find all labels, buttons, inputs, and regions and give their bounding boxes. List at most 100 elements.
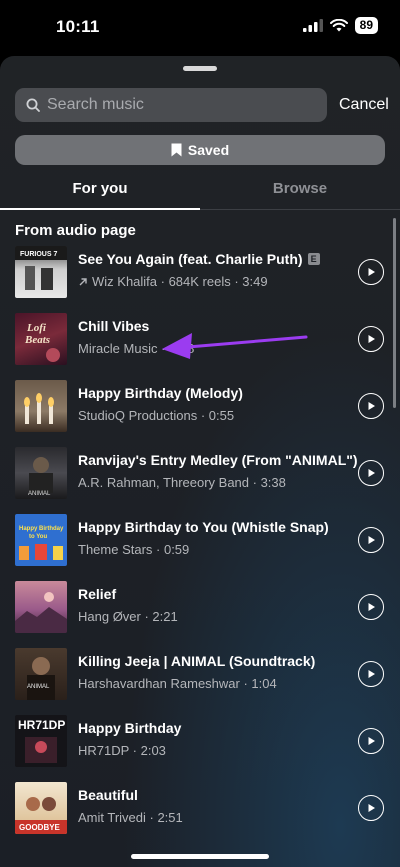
album-art: GOODBYE: [15, 782, 67, 834]
tab-for-you[interactable]: For you: [0, 180, 200, 197]
play-button[interactable]: [358, 326, 384, 352]
track-title: Happy Birthday: [78, 720, 182, 736]
track-row[interactable]: ANIMAL Ranvijay's Entry Medley (From "AN…: [0, 440, 400, 507]
play-button[interactable]: [358, 393, 384, 419]
track-subtitle: Theme Stars · 0:59: [78, 542, 190, 557]
battery-indicator: 89: [354, 17, 378, 34]
track-title: Killing Jeeja | ANIMAL (Soundtrack): [78, 653, 316, 669]
track-subtitle-row: Hang Øver · 2:21: [78, 609, 178, 624]
bookmark-icon: [171, 143, 182, 157]
explicit-badge: E: [307, 253, 320, 265]
album-art: Lofi Beats: [15, 313, 67, 365]
album-art: FURIOUS 7: [15, 246, 67, 298]
track-subtitle: Wiz Khalifa · 684K reels · 3:49: [92, 274, 268, 289]
track-subtitle: StudioQ Productions · 0:55: [78, 408, 235, 423]
track-title-row: Relief: [78, 586, 116, 602]
album-art-figures: FURIOUS 7: [15, 246, 67, 290]
track-row[interactable]: GOODBYE Beautiful Amit Trivedi · 2:51: [0, 775, 400, 842]
saved-button[interactable]: Saved: [15, 135, 385, 165]
play-icon: [368, 402, 375, 410]
album-art-text: ANIMAL: [27, 684, 50, 690]
track-subtitle-row: Wiz Khalifa · 684K reels · 3:49: [78, 274, 268, 289]
play-icon: [368, 536, 375, 544]
track-title-row: Happy Birthday: [78, 720, 181, 736]
arrow-up-right-icon: [79, 277, 87, 285]
track-title-row: Happy Birthday to You (Whistle Snap): [78, 519, 329, 535]
active-tab-indicator: [0, 208, 200, 210]
track-title-row: Happy Birthday (Melody): [78, 385, 243, 401]
track-title-row: Ranvijay's Entry Medley (From "ANIMAL"): [78, 452, 358, 468]
play-icon: [368, 268, 375, 276]
track-subtitle: HR71DP · 2:03: [78, 743, 166, 758]
play-button[interactable]: [358, 460, 384, 486]
play-icon: [368, 603, 375, 611]
signal-icon: [302, 19, 323, 32]
album-art: HR71DP: [15, 715, 67, 767]
play-icon: [368, 469, 375, 477]
section-title: From audio page: [15, 222, 136, 239]
tab-divider: [200, 209, 400, 210]
track-row[interactable]: FURIOUS 7 See You Again (feat. Charlie P…: [0, 239, 400, 306]
play-icon: [368, 804, 375, 812]
track-title-row: Killing Jeeja | ANIMAL (Soundtrack): [78, 653, 315, 669]
play-button[interactable]: [358, 527, 384, 553]
status-icons: 89: [302, 17, 378, 34]
scrollbar[interactable]: [393, 218, 396, 408]
status-time: 10:11: [56, 17, 100, 36]
track-row[interactable]: Happy Birthday to You Happy Birthday to …: [0, 507, 400, 574]
track-title: Relief: [78, 586, 117, 602]
album-art-text: Beats: [24, 334, 50, 346]
album-art-text: HR71DP: [18, 718, 65, 732]
track-title: Chill Vibes: [78, 318, 150, 334]
album-art: [15, 581, 67, 633]
track-title: Ranvijay's Entry Medley (From "ANIMAL"): [78, 452, 358, 468]
album-art-text: GOODBYE: [19, 823, 61, 832]
track-title: Happy Birthday to You (Whistle Snap): [78, 519, 329, 535]
play-icon: [368, 335, 375, 343]
album-art-text: FURIOUS 7: [20, 251, 57, 258]
play-icon: [368, 670, 375, 678]
cancel-button[interactable]: Cancel: [339, 96, 389, 114]
track-title: Happy Birthday (Melody): [78, 385, 243, 401]
album-art-text: Lofi: [26, 322, 47, 334]
album-art-text: to You: [29, 534, 47, 540]
track-subtitle-row: StudioQ Productions · 0:55: [78, 408, 234, 423]
tab-browse[interactable]: Browse: [200, 180, 400, 197]
sheet-grabber[interactable]: [183, 66, 217, 71]
album-art-text: ANIMAL: [28, 491, 51, 497]
play-button[interactable]: [358, 259, 384, 285]
search-placeholder: Search music: [47, 96, 144, 113]
track-row[interactable]: HR71DP Happy Birthday HR71DP · 2:03: [0, 708, 400, 775]
track-subtitle: Harshavardhan Rameshwar · 1:04: [78, 676, 277, 691]
play-button[interactable]: [358, 728, 384, 754]
track-row[interactable]: ANIMAL Killing Jeeja | ANIMAL (Soundtrac…: [0, 641, 400, 708]
play-button[interactable]: [358, 661, 384, 687]
track-subtitle: Hang Øver · 2:21: [78, 609, 178, 624]
track-title: Beautiful: [78, 787, 138, 803]
album-art: Happy Birthday to You: [15, 514, 67, 566]
track-row[interactable]: Happy Birthday (Melody) StudioQ Producti…: [0, 373, 400, 440]
play-button[interactable]: [358, 795, 384, 821]
track-subtitle-row: Theme Stars · 0:59: [78, 542, 189, 557]
track-title: See You Again (feat. Charlie Puth): [78, 251, 303, 267]
search-icon: [26, 98, 40, 112]
album-art-figures: Happy Birthday to You: [19, 526, 64, 560]
play-button[interactable]: [358, 594, 384, 620]
album-art-figures: HR71DP: [18, 718, 65, 763]
album-art-figures: Lofi Beats: [24, 322, 60, 362]
album-art: [15, 380, 67, 432]
track-subtitle-row: A.R. Rahman, Threeory Band · 3:38: [78, 475, 286, 490]
album-art-figures: ANIMAL: [28, 457, 53, 497]
annotation-arrow-icon: [162, 333, 308, 359]
music-picker-sheet: Search music Cancel Saved For you Browse…: [0, 56, 400, 867]
search-input[interactable]: Search music: [15, 88, 327, 122]
track-subtitle: Amit Trivedi · 2:51: [78, 810, 183, 825]
album-art-figures: [24, 393, 54, 424]
album-art: ANIMAL: [15, 648, 67, 700]
play-icon: [368, 737, 375, 745]
track-row[interactable]: Relief Hang Øver · 2:21: [0, 574, 400, 641]
album-art-figures: GOODBYE: [15, 797, 67, 834]
track-title-row: Beautiful: [78, 787, 138, 803]
track-subtitle: A.R. Rahman, Threeory Band · 3:38: [78, 475, 286, 490]
album-art-figures: ANIMAL: [27, 657, 55, 700]
